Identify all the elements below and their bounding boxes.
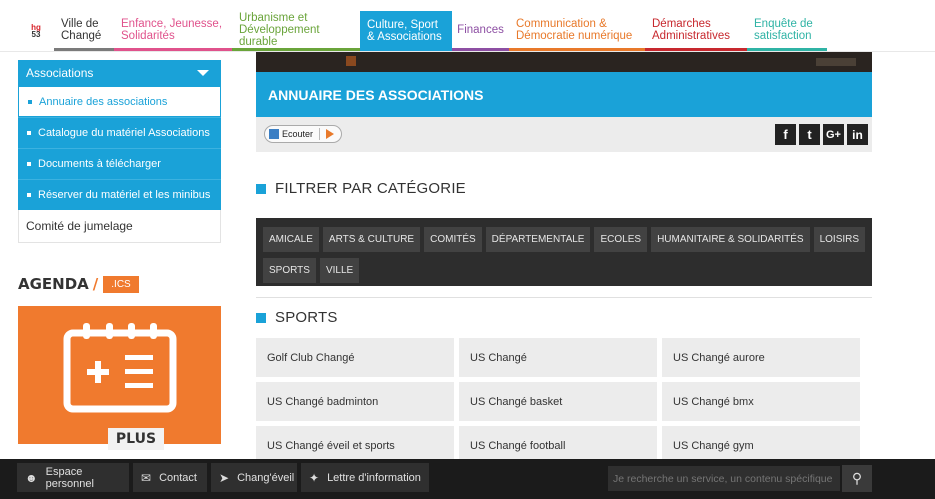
filter-chip-departementale[interactable]: DÉPARTEMENTALE — [485, 227, 591, 252]
megaphone-icon: ✦ — [309, 470, 320, 485]
sidebar-header-label: Associations — [26, 66, 94, 80]
logo-text-bottom: 53 — [31, 30, 41, 39]
listen-button[interactable]: Ecouter — [264, 125, 343, 143]
contact-label: Contact — [159, 471, 197, 484]
sidebar-item-label: Catalogue du matériel Associations — [38, 127, 210, 139]
twitter-icon[interactable]: t — [799, 124, 820, 145]
agenda-tile[interactable]: PLUS — [18, 306, 221, 450]
newsletter-button[interactable]: ✦ Lettre d'information — [301, 463, 429, 492]
listen-label: Ecouter — [282, 129, 314, 139]
bullet-icon — [27, 193, 31, 197]
changeveil-label: Chang'éveil — [237, 471, 295, 484]
association-card[interactable]: Golf Club Changé — [256, 338, 454, 377]
sidebar-item-annuaire[interactable]: Annuaire des associations — [18, 86, 221, 117]
tools-bar: Ecouter f t G+ in — [256, 117, 872, 152]
sidebar-item-label: Documents à télécharger — [38, 158, 161, 170]
bullet-icon — [27, 162, 31, 166]
site-logo[interactable]: hg 53 — [18, 11, 54, 51]
play-icon — [326, 129, 335, 139]
bottom-toolbar: ☻ Espace personnel ✉ Contact ➤ Chang'éve… — [0, 459, 935, 499]
divider — [256, 297, 872, 298]
association-card[interactable]: US Changé bmx — [662, 382, 860, 421]
sidebar-item-catalogue[interactable]: Catalogue du matériel Associations — [18, 117, 221, 148]
nav-item-demarches[interactable]: Démarches Administratives — [645, 11, 747, 51]
linkedin-icon[interactable]: in — [847, 124, 868, 145]
espace-personnel-button[interactable]: ☻ Espace personnel — [17, 463, 129, 492]
sidebar-item-jumelage[interactable]: Comité de jumelage — [18, 210, 221, 243]
envelope-icon: ✉ — [141, 470, 152, 485]
speaker-icon — [269, 129, 279, 139]
filter-chip-ville[interactable]: VILLE — [319, 258, 360, 283]
association-card[interactable]: US Changé basket — [459, 382, 657, 421]
search-input[interactable] — [608, 466, 840, 491]
newsletter-label: Lettre d'information — [327, 471, 421, 484]
sidebar-item-label: Réserver du matériel et les minibus — [38, 189, 211, 201]
bullet-icon — [27, 131, 31, 135]
listen-separator — [319, 128, 321, 140]
nav-item-culture-sport[interactable]: Culture, Sport & Associations — [360, 11, 452, 51]
sidebar-item-label: Annuaire des associations — [39, 95, 168, 108]
nav-item-urbanisme[interactable]: Urbanisme et Développement durable — [232, 11, 360, 51]
sports-heading: SPORTS — [256, 309, 338, 326]
nav-item-finances[interactable]: Finances — [452, 11, 509, 51]
filter-chip-humanitaire[interactable]: HUMANITAIRE & SOLIDARITÉS — [651, 227, 810, 252]
filter-chip-arts-culture[interactable]: ARTS & CULTURE — [322, 227, 421, 252]
calendar-icon — [63, 323, 177, 413]
sidebar-item-label: Comité de jumelage — [26, 219, 133, 233]
contact-button[interactable]: ✉ Contact — [133, 463, 207, 492]
filter-chip-ecoles[interactable]: ECOLES — [594, 227, 648, 252]
bullet-icon — [28, 99, 32, 104]
search-icon[interactable]: ⚲ — [842, 465, 872, 492]
page-title: ANNUAIRE DES ASSOCIATIONS — [256, 72, 872, 117]
top-navigation: hg 53 Ville de Changé Enfance, Jeunesse, So… — [18, 11, 864, 51]
filter-chip-amicale[interactable]: AMICALE — [263, 227, 319, 252]
paper-plane-icon: ➤ — [219, 470, 230, 485]
agenda-heading: AGENDA / .ICS — [18, 275, 139, 293]
agenda-slash: / — [92, 275, 99, 293]
filter-title: FILTRER PAR CATÉGORIE — [275, 180, 466, 197]
changeveil-button[interactable]: ➤ Chang'éveil — [211, 463, 297, 492]
sidebar-header-associations[interactable]: Associations — [18, 60, 221, 86]
filter-chip-loisirs[interactable]: LOISIRS — [813, 227, 866, 252]
section-title: SPORTS — [275, 309, 338, 326]
sidebar-item-documents[interactable]: Documents à télécharger — [18, 148, 221, 179]
social-links: f t G+ in — [775, 124, 868, 145]
sidebar-item-reserver[interactable]: Réserver du matériel et les minibus — [18, 179, 221, 210]
nav-item-communication[interactable]: Communication & Démocratie numérique — [509, 11, 645, 51]
category-filter: AMICALE ARTS & CULTURE COMITÉS DÉPARTEME… — [256, 218, 872, 286]
nav-item-enfance-jeunesse[interactable]: Enfance, Jeunesse, Solidarités — [114, 11, 232, 51]
association-card[interactable]: US Changé badminton — [256, 382, 454, 421]
nav-item-enquete[interactable]: Enquête de satisfaction — [747, 11, 827, 51]
nav-item-ville-de-change[interactable]: Ville de Changé — [54, 11, 114, 51]
filter-heading: FILTRER PAR CATÉGORIE — [256, 180, 466, 197]
association-card[interactable]: US Changé — [459, 338, 657, 377]
facebook-icon[interactable]: f — [775, 124, 796, 145]
ics-link[interactable]: .ICS — [103, 275, 139, 293]
google-plus-icon[interactable]: G+ — [823, 124, 844, 145]
square-icon — [256, 183, 266, 194]
square-icon — [256, 312, 266, 323]
filter-chip-sports[interactable]: SPORTS — [263, 258, 316, 283]
agenda-title: AGENDA — [18, 275, 89, 293]
chevron-down-icon — [197, 70, 209, 76]
agenda-plus-button[interactable]: PLUS — [108, 428, 164, 450]
filter-chip-comites[interactable]: COMITÉS — [424, 227, 482, 252]
association-card[interactable]: US Changé aurore — [662, 338, 860, 377]
espace-personnel-label: Espace personnel — [45, 465, 94, 490]
user-icon: ☻ — [25, 470, 38, 485]
page: hg 53 Ville de Changé Enfance, Jeunesse, So… — [0, 0, 935, 499]
header-banner-image — [256, 52, 872, 72]
sidebar: Associations Annuaire des associations C… — [18, 60, 221, 243]
